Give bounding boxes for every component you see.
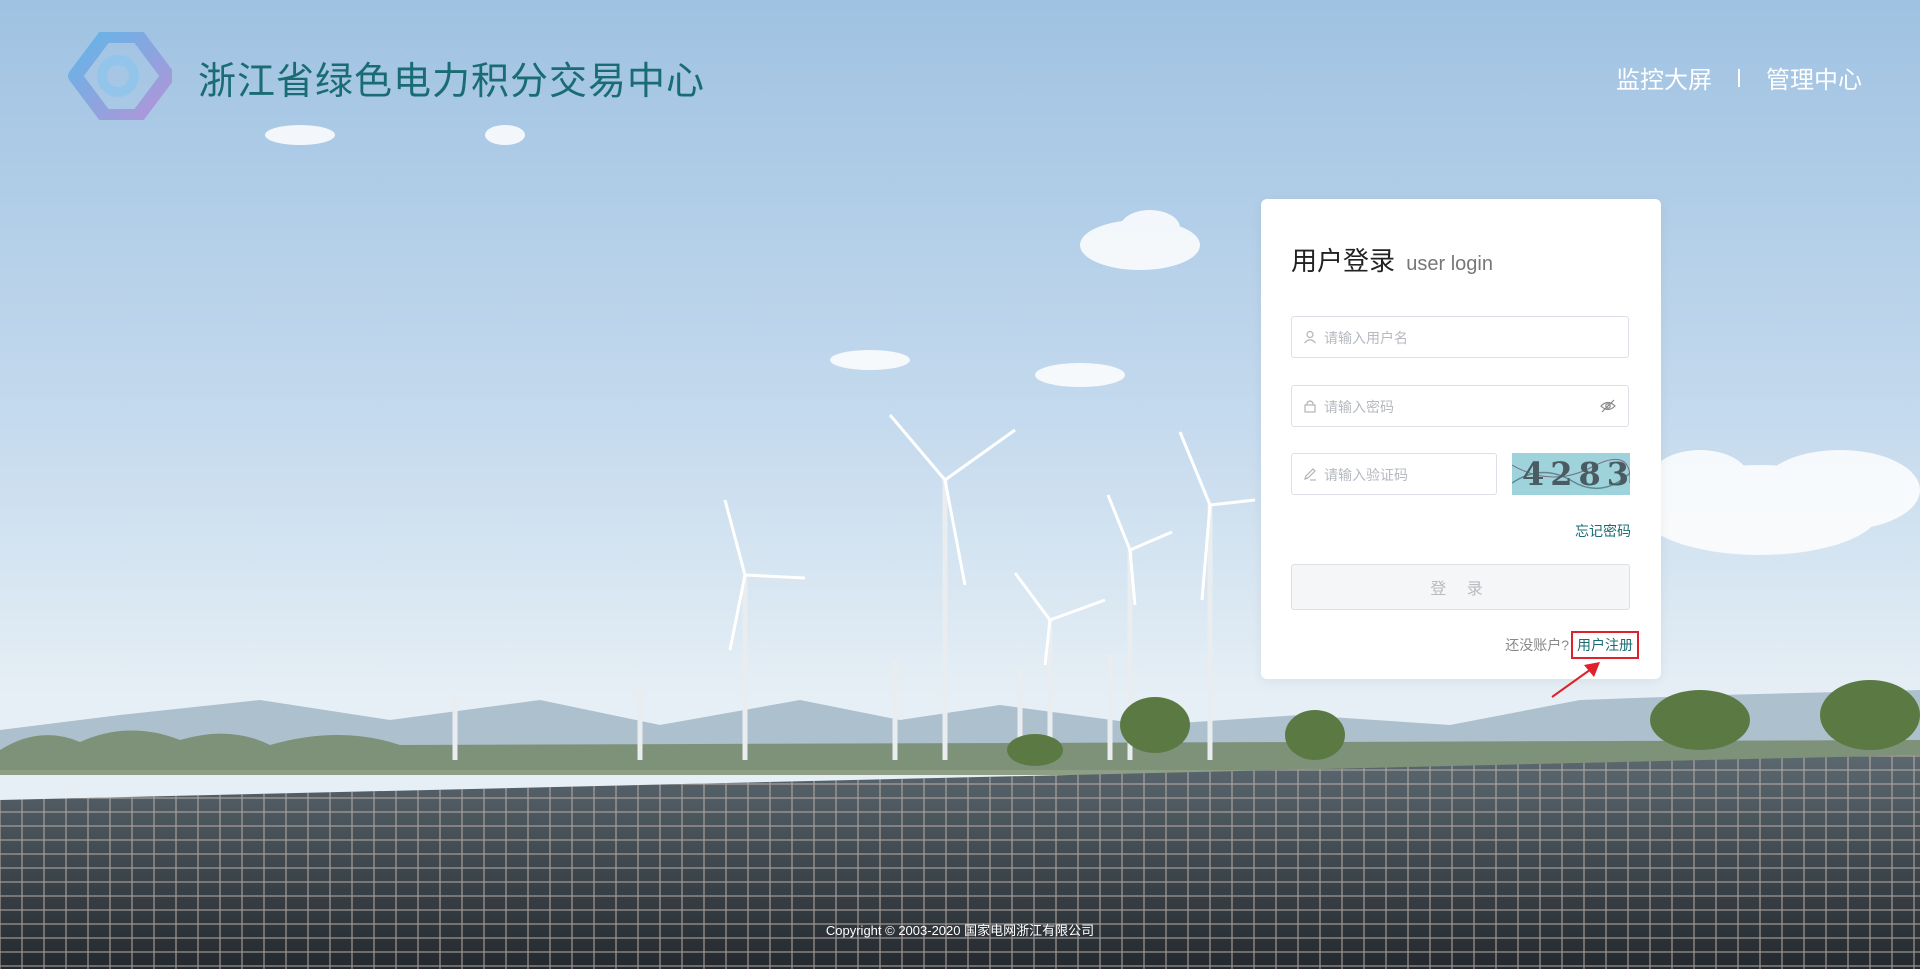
- login-heading: 用户登录 user login: [1291, 241, 1493, 278]
- captcha-field[interactable]: [1291, 453, 1497, 496]
- username-input[interactable]: [1322, 317, 1586, 359]
- nav-separator: [1738, 68, 1740, 87]
- site-header: 浙江省绿色电力积分交易中心 监控大屏 管理中心: [0, 0, 1920, 150]
- top-nav: 监控大屏 管理中心: [1616, 60, 1862, 95]
- eye-hidden-icon[interactable]: [1600, 399, 1616, 413]
- nav-management-center[interactable]: 管理中心: [1766, 60, 1862, 95]
- password-field[interactable]: [1291, 385, 1629, 428]
- captcha-code: 4283: [1522, 455, 1630, 493]
- username-field[interactable]: [1291, 316, 1629, 359]
- brand-logo-icon: [68, 32, 172, 120]
- login-panel: 用户登录 user login 4283: [1261, 199, 1661, 679]
- login-button[interactable]: 登 录: [1291, 564, 1630, 610]
- login-title: 用户登录: [1291, 246, 1396, 276]
- login-subtitle: user login: [1406, 253, 1493, 275]
- nav-monitor-screen[interactable]: 监控大屏: [1616, 60, 1712, 95]
- lock-icon: [1304, 400, 1316, 413]
- forgot-password-link[interactable]: 忘记密码: [1575, 521, 1631, 541]
- red-arrow-annotation: [1551, 662, 1600, 698]
- edit-pen-icon: [1304, 468, 1316, 481]
- site-title: 浙江省绿色电力积分交易中心: [198, 61, 706, 103]
- captcha-image[interactable]: 4283: [1512, 453, 1630, 495]
- captcha-input[interactable]: [1322, 454, 1486, 496]
- no-account-text: 还没账户?: [1505, 637, 1569, 653]
- password-input[interactable]: [1322, 386, 1586, 428]
- footer-copyright: Copyright © 2003-2020 国家电网浙江有限公司: [825, 923, 1095, 938]
- user-icon: [1304, 330, 1316, 344]
